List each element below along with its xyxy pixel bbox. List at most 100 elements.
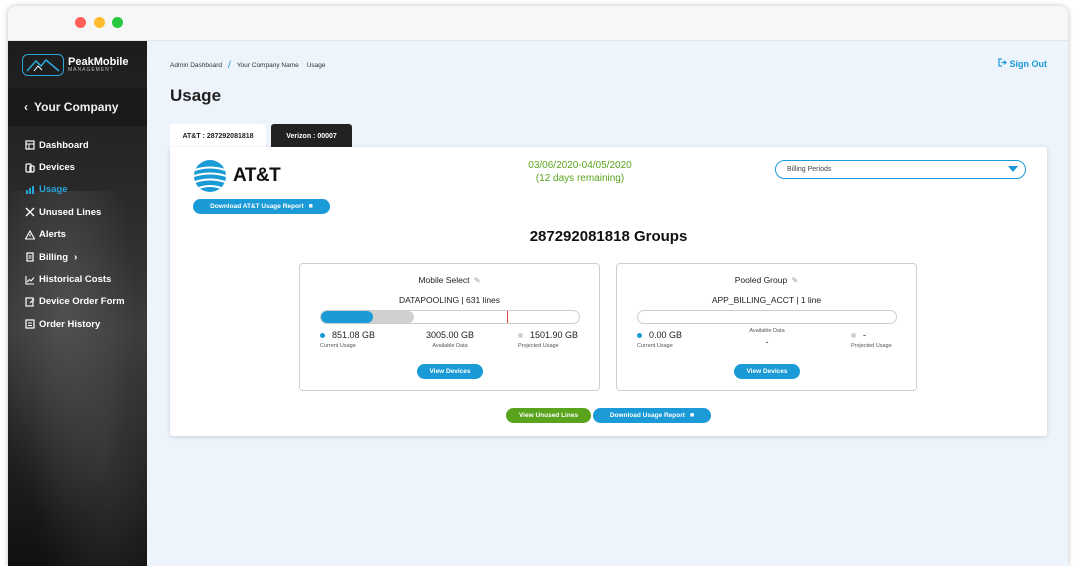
current-usage-dot bbox=[637, 332, 642, 338]
sidebar-item-label: Devices bbox=[39, 162, 75, 174]
projected-usage-stat: 1501.90 GB Projected Usage bbox=[518, 330, 578, 349]
groups-title: 287292081818 Groups bbox=[529, 228, 688, 245]
billing-periods-dropdown[interactable]: Billing Periods bbox=[775, 160, 1026, 179]
available-data-value: - bbox=[765, 337, 769, 347]
sidebar-item-dashboard[interactable]: Dashboard bbox=[24, 134, 125, 156]
minimize-window-button[interactable] bbox=[94, 17, 105, 28]
breadcrumb-admin-dashboard[interactable]: Admin Dashboard bbox=[170, 62, 222, 69]
download-att-report-label: Download AT&T Usage Report bbox=[210, 203, 304, 210]
company-selector[interactable]: ‹ Your Company bbox=[8, 88, 147, 126]
carrier-logo: AT&T bbox=[192, 159, 281, 193]
breadcrumb-current: Usage bbox=[306, 62, 326, 69]
available-data-stat: 3005.00 GB Available Data bbox=[412, 330, 488, 349]
sidebar-item-label: Order History bbox=[39, 318, 101, 330]
sidebar-nav: Dashboard Devices Usage Unused Lines Ale… bbox=[24, 134, 125, 336]
limit-marker bbox=[506, 311, 508, 323]
sidebar-item-unused-lines[interactable]: Unused Lines bbox=[24, 201, 125, 223]
group-card-mobile-select: Mobile Select ✎ DATAPOOLING | 631 lines … bbox=[299, 263, 600, 391]
view-devices-button[interactable]: View Devices bbox=[734, 364, 800, 379]
billing-icon bbox=[24, 252, 35, 263]
group-card-pooled-group: Pooled Group ✎ APP_BILLING_ACCT | 1 line… bbox=[616, 263, 917, 391]
page-title: Usage bbox=[170, 86, 222, 105]
projected-usage-stat: - Projected Usage bbox=[851, 330, 892, 349]
sign-out-link[interactable]: Sign Out bbox=[997, 58, 1048, 69]
alert-icon bbox=[24, 229, 35, 240]
sign-out-label: Sign Out bbox=[1009, 58, 1048, 69]
current-usage-value: 0.00 GB bbox=[649, 330, 683, 340]
sidebar-item-label: Historical Costs bbox=[39, 274, 112, 286]
sidebar-item-historical-costs[interactable]: Historical Costs bbox=[24, 268, 125, 290]
view-devices-button[interactable]: View Devices bbox=[417, 364, 483, 379]
maximize-window-button[interactable] bbox=[112, 17, 123, 28]
sidebar-item-order-history[interactable]: Order History bbox=[24, 313, 125, 335]
projected-usage-value: - bbox=[863, 330, 866, 340]
logo[interactable]: PeakMobile MANAGEMENT bbox=[22, 53, 134, 77]
edit-icon[interactable]: ✎ bbox=[474, 276, 481, 285]
billing-period: 03/06/2020-04/05/2020 (12 days remaining… bbox=[505, 159, 655, 185]
sidebar-item-alerts[interactable]: Alerts bbox=[24, 224, 125, 246]
carrier-name: AT&T bbox=[233, 165, 281, 186]
usage-progress-bar bbox=[637, 310, 897, 324]
unused-lines-icon bbox=[24, 207, 35, 218]
view-unused-lines-button[interactable]: View Unused Lines bbox=[506, 408, 591, 423]
devices-icon bbox=[24, 162, 35, 173]
sidebar-item-device-order-form[interactable]: Device Order Form bbox=[24, 291, 125, 313]
current-usage-value: 851.08 GB bbox=[332, 330, 376, 340]
history-icon bbox=[24, 319, 35, 330]
sidebar-item-label: Dashboard bbox=[39, 139, 89, 151]
sidebar-item-label: Device Order Form bbox=[39, 296, 125, 308]
current-usage-fill bbox=[321, 311, 373, 323]
sign-out-icon bbox=[997, 58, 1007, 69]
projected-usage-label: Projected Usage bbox=[518, 343, 559, 349]
carrier-usage-card: AT&T Download AT&T Usage Report ■ 03/06/… bbox=[170, 147, 1047, 436]
group-account: DATAPOOLING | 631 lines bbox=[398, 295, 501, 305]
att-globe-icon bbox=[193, 160, 227, 192]
file-icon: ■ bbox=[308, 203, 313, 210]
billing-period-remaining: (12 days remaining) bbox=[535, 173, 625, 184]
breadcrumb: Admin Dashboard / Your Company Name Usag… bbox=[170, 60, 326, 71]
sidebar-item-usage[interactable]: Usage bbox=[24, 179, 125, 201]
projected-usage-dot bbox=[518, 332, 523, 338]
sidebar-item-label: Alerts bbox=[39, 229, 66, 241]
tab-att[interactable]: AT&T : 287292081818 bbox=[170, 124, 266, 148]
projected-usage-dot bbox=[851, 332, 856, 338]
download-usage-report-label: Download Usage Report bbox=[609, 412, 685, 419]
current-usage-dot bbox=[320, 332, 325, 338]
main-content: Admin Dashboard / Your Company Name Usag… bbox=[147, 41, 1068, 566]
available-data-value: 3005.00 GB bbox=[425, 330, 475, 340]
tab-verizon[interactable]: Verizon : 00007 bbox=[271, 124, 352, 148]
group-account: APP_BILLING_ACCT | 1 line bbox=[711, 295, 822, 305]
projected-usage-value: 1501.90 GB bbox=[530, 330, 579, 340]
chevron-right-icon: › bbox=[74, 251, 78, 263]
title-bar bbox=[8, 6, 1068, 41]
file-icon: ■ bbox=[689, 412, 695, 419]
projected-usage-label: Projected Usage bbox=[851, 343, 892, 349]
available-data-label: Available Data bbox=[432, 343, 468, 349]
order-form-icon bbox=[24, 296, 35, 307]
billing-periods-label: Billing Periods bbox=[787, 166, 832, 173]
usage-progress-bar bbox=[320, 310, 580, 324]
sidebar-item-label: Unused Lines bbox=[39, 206, 102, 218]
mountain-icon bbox=[22, 54, 64, 76]
chart-icon bbox=[24, 274, 35, 285]
billing-period-dates: 03/06/2020-04/05/2020 bbox=[528, 160, 632, 171]
close-window-button[interactable] bbox=[75, 17, 86, 28]
dashboard-icon bbox=[24, 140, 35, 151]
breadcrumb-separator: / bbox=[228, 60, 231, 71]
current-usage-label: Current Usage bbox=[637, 343, 673, 349]
group-name-row: Pooled Group ✎ bbox=[617, 275, 916, 285]
sidebar: PeakMobile MANAGEMENT ‹ Your Company Das… bbox=[8, 41, 147, 566]
download-usage-report-button[interactable]: Download Usage Report ■ bbox=[593, 408, 711, 423]
chevron-left-icon: ‹ bbox=[24, 100, 28, 114]
edit-icon[interactable]: ✎ bbox=[792, 276, 799, 285]
sidebar-item-label: Billing bbox=[39, 251, 69, 263]
caret-down-icon bbox=[1008, 166, 1018, 172]
current-usage-stat: 0.00 GB Current Usage bbox=[637, 330, 682, 349]
group-name: Pooled Group bbox=[734, 275, 788, 285]
breadcrumb-company[interactable]: Your Company Name bbox=[237, 62, 299, 69]
available-data-label: Available Data bbox=[749, 328, 785, 334]
sidebar-item-billing[interactable]: Billing › bbox=[24, 246, 125, 268]
current-usage-label: Current Usage bbox=[320, 343, 356, 349]
download-att-report-button[interactable]: Download AT&T Usage Report ■ bbox=[193, 199, 330, 214]
sidebar-item-devices[interactable]: Devices bbox=[24, 156, 125, 178]
